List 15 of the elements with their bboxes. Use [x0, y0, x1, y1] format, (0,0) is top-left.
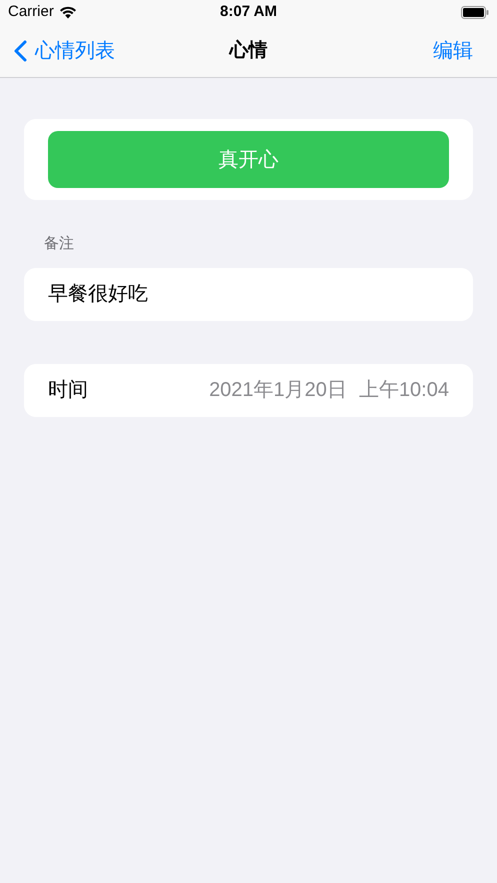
time-value: 上午10:04: [358, 378, 449, 403]
battery-icon: [461, 6, 489, 19]
section-header: 备注: [43, 234, 75, 254]
edit-button[interactable]: 编辑: [433, 36, 483, 66]
carrier-label: Carrier: [8, 2, 54, 22]
time-row[interactable]: 时间 2021年1月20日 上午10:04: [24, 364, 473, 416]
wifi-icon: [58, 6, 77, 19]
date-value: 2021年1月20日: [209, 378, 347, 403]
status-time: 8:07 AM: [220, 2, 277, 22]
chevron-left-icon: [14, 40, 27, 62]
time-label: 时间: [48, 378, 88, 403]
nav-title: 心情: [230, 38, 268, 63]
mood-button[interactable]: 真开心: [48, 131, 449, 188]
note-field[interactable]: 早餐很好吃: [24, 268, 473, 320]
back-button[interactable]: 心情列表: [14, 36, 115, 66]
